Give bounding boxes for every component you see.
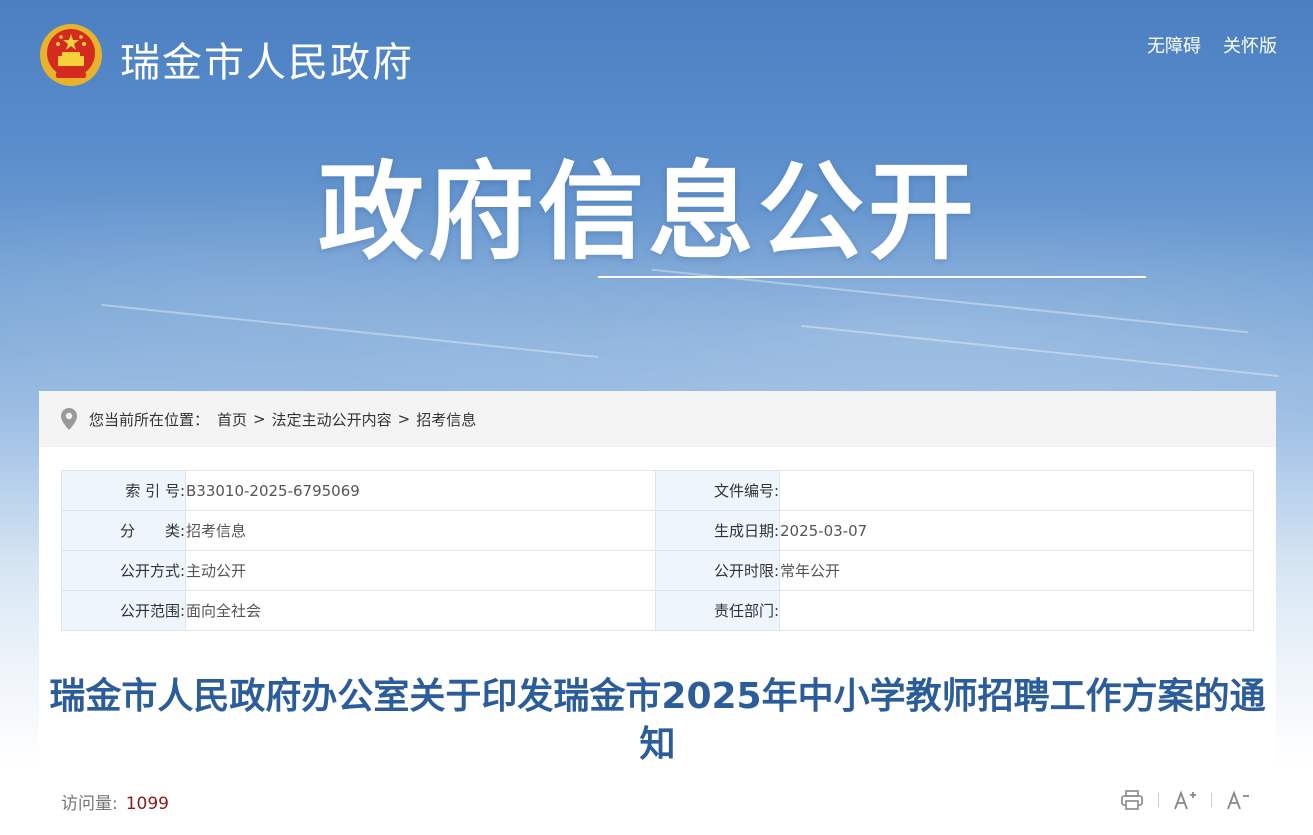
document-number-value <box>779 470 1254 511</box>
font-decrease-icon[interactable] <box>1226 789 1250 811</box>
visits-count: 1099 <box>125 794 169 814</box>
accessibility-link[interactable]: 无障碍 <box>1147 32 1201 58</box>
table-row: 公开范围: 面向全社会 责任部门: <box>61 590 1254 631</box>
banner-streak <box>801 324 1279 378</box>
category-label: 分 类: <box>61 510 186 551</box>
elderly-mode-link[interactable]: 关怀版 <box>1223 32 1277 58</box>
banner-streak <box>651 268 1249 334</box>
national-emblem-icon <box>40 24 102 86</box>
breadcrumb-statutory-content[interactable]: 法定主动公开内容 <box>272 409 392 430</box>
breadcrumb-home[interactable]: 首页 <box>217 409 247 430</box>
visit-counter: 访问量: 1099 <box>61 789 169 814</box>
disclosure-scope-label: 公开范围: <box>61 590 186 631</box>
banner-underline <box>598 276 1146 278</box>
category-value: 招考信息 <box>185 510 656 551</box>
table-row: 索 引 号: B33010-2025-6795069 文件编号: <box>61 470 1254 511</box>
breadcrumb-recruitment-info[interactable]: 招考信息 <box>416 409 476 430</box>
top-links: 无障碍 关怀版 <box>1147 32 1277 58</box>
created-date-label: 生成日期: <box>655 510 780 551</box>
content-panel: 您当前所在位置： 首页 > 法定主动公开内容 > 招考信息 索 引 号: B33… <box>39 391 1276 835</box>
disclosure-method-label: 公开方式: <box>61 550 186 591</box>
table-row: 分 类: 招考信息 生成日期: 2025-03-07 <box>61 510 1254 551</box>
location-pin-icon <box>61 408 77 430</box>
created-date-value: 2025-03-07 <box>779 510 1254 551</box>
document-number-label: 文件编号: <box>655 470 780 511</box>
breadcrumb-prefix: 您当前所在位置： <box>89 410 210 429</box>
index-number-label: 索 引 号: <box>61 470 186 511</box>
breadcrumb: 您当前所在位置： 首页 > 法定主动公开内容 > 招考信息 <box>39 391 1276 447</box>
visits-label: 访问量: <box>61 794 118 814</box>
font-increase-icon[interactable] <box>1173 789 1197 811</box>
disclosure-method-value: 主动公开 <box>185 550 656 591</box>
page-banner-title: 政府信息公开 <box>318 151 978 274</box>
banner-streak <box>101 303 599 359</box>
breadcrumb-separator: > <box>253 410 266 428</box>
disclosure-scope-value: 面向全社会 <box>185 590 656 631</box>
table-row: 公开方式: 主动公开 公开时限: 常年公开 <box>61 550 1254 591</box>
tool-divider <box>1158 793 1159 807</box>
responsible-dept-value <box>779 590 1254 631</box>
disclosure-period-label: 公开时限: <box>655 550 780 591</box>
responsible-dept-label: 责任部门: <box>655 590 780 631</box>
article-title: 瑞金市人民政府办公室关于印发瑞金市2025年中小学教师招聘工作方案的通知 <box>49 676 1266 765</box>
site-title[interactable]: 瑞金市人民政府 <box>120 30 414 88</box>
metadata-table: 索 引 号: B33010-2025-6795069 文件编号: 分 类: 招考… <box>61 470 1254 631</box>
disclosure-period-value: 常年公开 <box>779 550 1254 591</box>
tool-divider <box>1211 793 1212 807</box>
breadcrumb-separator: > <box>397 410 411 428</box>
print-icon[interactable] <box>1120 789 1144 811</box>
index-number-value: B33010-2025-6795069 <box>185 470 656 511</box>
article-tools <box>1120 789 1250 811</box>
